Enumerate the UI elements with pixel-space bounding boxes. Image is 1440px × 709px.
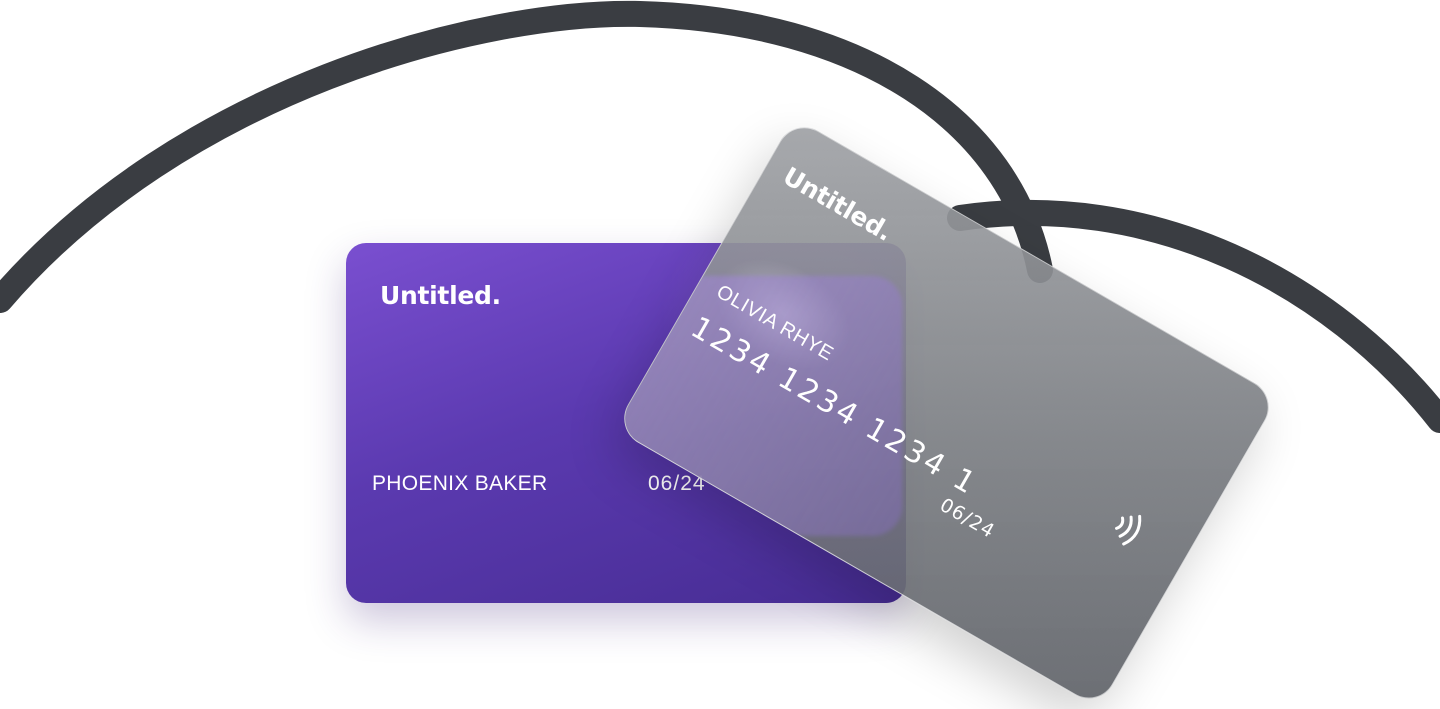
card-brand: Untitled. xyxy=(380,281,501,310)
card-expiry: 06/24 xyxy=(935,494,999,543)
card-brand: Untitled. xyxy=(778,161,898,247)
contactless-icon xyxy=(1115,514,1142,546)
card-holder-name: PHOENIX BAKER xyxy=(372,472,548,495)
